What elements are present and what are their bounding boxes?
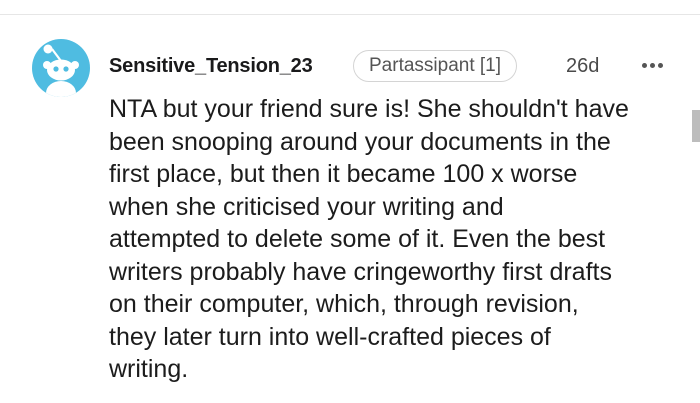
comment-line: when she criticised your writing and bbox=[109, 192, 504, 221]
comment-line: been snooping around your documents in t… bbox=[109, 127, 611, 156]
top-divider bbox=[0, 14, 700, 15]
snoo-avatar-icon[interactable] bbox=[32, 39, 90, 97]
comment-line: attempted to delete some of it. Even the… bbox=[109, 225, 606, 253]
more-dot bbox=[641, 62, 647, 68]
more-options-icon[interactable] bbox=[636, 50, 668, 80]
comment-author[interactable]: Sensitive_Tension_23 bbox=[109, 55, 313, 78]
comment-line: writing. bbox=[109, 355, 189, 383]
more-dot bbox=[657, 62, 663, 68]
user-flair-badge: Partassipant [1] bbox=[353, 50, 518, 82]
scrollbar-thumb[interactable] bbox=[692, 110, 700, 142]
more-dot bbox=[649, 62, 655, 68]
comment-line: writers probably have cringeworthy first… bbox=[109, 257, 612, 286]
comment-body: NTA but your friend sure is! She shouldn… bbox=[109, 93, 684, 386]
comment-line: they later turn into well-crafted pieces… bbox=[109, 322, 551, 351]
comment-line: on their computer, which, through revisi… bbox=[109, 290, 579, 318]
comment-line: NTA but your friend sure is! She shouldn… bbox=[109, 95, 629, 123]
comment-line: first place, but then it became 100 x wo… bbox=[109, 160, 578, 188]
comment-timestamp: 26d bbox=[566, 55, 600, 77]
